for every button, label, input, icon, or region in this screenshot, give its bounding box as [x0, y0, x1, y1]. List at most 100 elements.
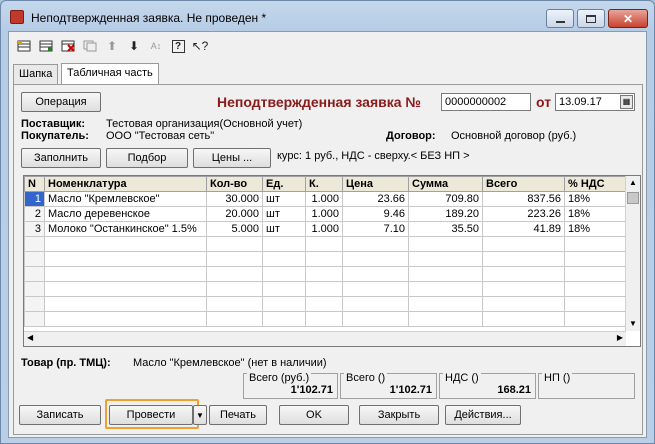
fill-button[interactable]: Заполнить — [21, 148, 101, 168]
operation-button[interactable]: Операция — [21, 92, 101, 112]
maximize-button[interactable] — [577, 9, 605, 28]
col-vat[interactable]: % НДС — [564, 176, 627, 192]
empty-cell[interactable] — [206, 251, 263, 267]
empty-cell[interactable] — [206, 236, 263, 252]
document-date-field[interactable]: 13.09.17 ▦ — [555, 93, 635, 111]
cell-qty[interactable]: 5.000 — [206, 221, 263, 237]
col-k[interactable]: К. — [305, 176, 343, 192]
tab-header[interactable]: Шапка — [13, 64, 59, 84]
empty-cell[interactable] — [305, 281, 343, 297]
empty-cell[interactable] — [262, 251, 306, 267]
empty-cell[interactable] — [408, 251, 483, 267]
ok-button[interactable]: OK — [279, 405, 349, 425]
scroll-right-icon[interactable]: ▶ — [617, 333, 623, 342]
cell-n[interactable]: 2 — [24, 206, 45, 222]
cell-unit[interactable]: шт — [262, 191, 306, 207]
tab-table[interactable]: Табличная часть — [61, 63, 159, 85]
empty-cell[interactable] — [342, 311, 409, 327]
empty-cell[interactable] — [206, 296, 263, 312]
empty-cell[interactable] — [262, 311, 306, 327]
table-row[interactable]: 1 Масло "Кремлевское" 30.000 шт 1.000 23.66 70… — [24, 191, 627, 207]
scroll-up-icon[interactable]: ▲ — [626, 176, 640, 190]
empty-cell[interactable] — [564, 311, 627, 327]
empty-cell[interactable] — [44, 311, 207, 327]
cell-vat[interactable]: 18% — [564, 221, 627, 237]
prices-button[interactable]: Цены ... — [193, 148, 271, 168]
empty-row[interactable] — [24, 311, 627, 327]
empty-cell[interactable] — [342, 251, 409, 267]
empty-cell[interactable] — [482, 311, 565, 327]
cell-qty[interactable]: 30.000 — [206, 191, 263, 207]
empty-cell[interactable] — [305, 296, 343, 312]
empty-cell[interactable] — [342, 281, 409, 297]
post-button[interactable]: Провести — [109, 405, 193, 425]
empty-cell[interactable] — [206, 311, 263, 327]
empty-cell[interactable] — [44, 296, 207, 312]
cell-qty[interactable]: 20.000 — [206, 206, 263, 222]
empty-cell[interactable] — [408, 236, 483, 252]
empty-cell[interactable] — [206, 266, 263, 282]
empty-cell[interactable] — [44, 266, 207, 282]
empty-cell[interactable] — [482, 236, 565, 252]
cell-n[interactable]: 1 — [24, 191, 45, 207]
col-qty[interactable]: Кол-во — [206, 176, 263, 192]
cell-total[interactable]: 41.89 — [482, 221, 565, 237]
col-sum[interactable]: Сумма — [408, 176, 483, 192]
cell-total[interactable]: 223.26 — [482, 206, 565, 222]
cell-k[interactable]: 1.000 — [305, 206, 343, 222]
empty-row[interactable] — [24, 296, 627, 312]
empty-cell[interactable] — [44, 236, 207, 252]
empty-cell[interactable] — [342, 266, 409, 282]
cell-name[interactable]: Масло "Кремлевское" — [44, 191, 207, 207]
close-window-button[interactable]: ✕ — [608, 9, 648, 28]
calendar-icon[interactable]: ▦ — [620, 95, 633, 109]
document-number-field[interactable]: 0000000002 — [441, 93, 531, 111]
cell-vat[interactable]: 18% — [564, 191, 627, 207]
empty-cell[interactable] — [206, 281, 263, 297]
horizontal-scrollbar[interactable]: ◀ ▶ — [24, 331, 626, 346]
empty-cell[interactable] — [564, 266, 627, 282]
table-row[interactable]: 2 Масло деревенское 20.000 шт 1.000 9.46 189.2… — [24, 206, 627, 222]
empty-row[interactable] — [24, 251, 627, 267]
title-bar[interactable]: Неподтвержденная заявка. Не проведен * ✕ — [1, 1, 654, 31]
empty-cell[interactable] — [408, 296, 483, 312]
cell-sum[interactable]: 709.80 — [408, 191, 483, 207]
delete-row-icon[interactable] — [57, 35, 79, 57]
vertical-scrollbar[interactable]: ▲ ▼ — [625, 176, 640, 331]
actions-button[interactable]: Действия... — [445, 405, 521, 425]
empty-cell[interactable] — [262, 266, 306, 282]
empty-cell[interactable] — [24, 266, 45, 282]
cell-vat[interactable]: 18% — [564, 206, 627, 222]
col-name[interactable]: Номенклатура — [44, 176, 207, 192]
empty-cell[interactable] — [342, 296, 409, 312]
cell-unit[interactable]: шт — [262, 206, 306, 222]
col-unit[interactable]: Ед. — [262, 176, 306, 192]
cell-sum[interactable]: 189.20 — [408, 206, 483, 222]
scroll-thumb[interactable] — [627, 192, 639, 204]
cell-unit[interactable]: шт — [262, 221, 306, 237]
pointer-help-icon[interactable]: ↖? — [189, 35, 211, 57]
move-down-icon[interactable]: ⬇ — [123, 35, 145, 57]
empty-cell[interactable] — [408, 281, 483, 297]
scroll-down-icon[interactable]: ▼ — [626, 317, 640, 331]
help-icon[interactable]: ? — [167, 35, 189, 57]
items-table[interactable]: N Номенклатура Кол-во Ед. К. Цена Сумма … — [23, 175, 641, 347]
minimize-button[interactable] — [546, 9, 574, 28]
empty-row[interactable] — [24, 266, 627, 282]
cell-k[interactable]: 1.000 — [305, 221, 343, 237]
empty-cell[interactable] — [305, 251, 343, 267]
close-button[interactable]: Закрыть — [359, 405, 439, 425]
cell-total[interactable]: 837.56 — [482, 191, 565, 207]
empty-row[interactable] — [24, 281, 627, 297]
empty-cell[interactable] — [262, 236, 306, 252]
empty-cell[interactable] — [44, 281, 207, 297]
select-button[interactable]: Подбор — [106, 148, 188, 168]
post-dropdown-button[interactable]: ▼ — [193, 405, 207, 425]
empty-cell[interactable] — [24, 236, 45, 252]
empty-cell[interactable] — [24, 296, 45, 312]
cell-price[interactable]: 9.46 — [342, 206, 409, 222]
empty-cell[interactable] — [24, 281, 45, 297]
cell-sum[interactable]: 35.50 — [408, 221, 483, 237]
cell-n[interactable]: 3 — [24, 221, 45, 237]
table-row[interactable]: 3 Молоко "Останкинское" 1.5% 5.000 шт 1.000 7… — [24, 221, 627, 237]
